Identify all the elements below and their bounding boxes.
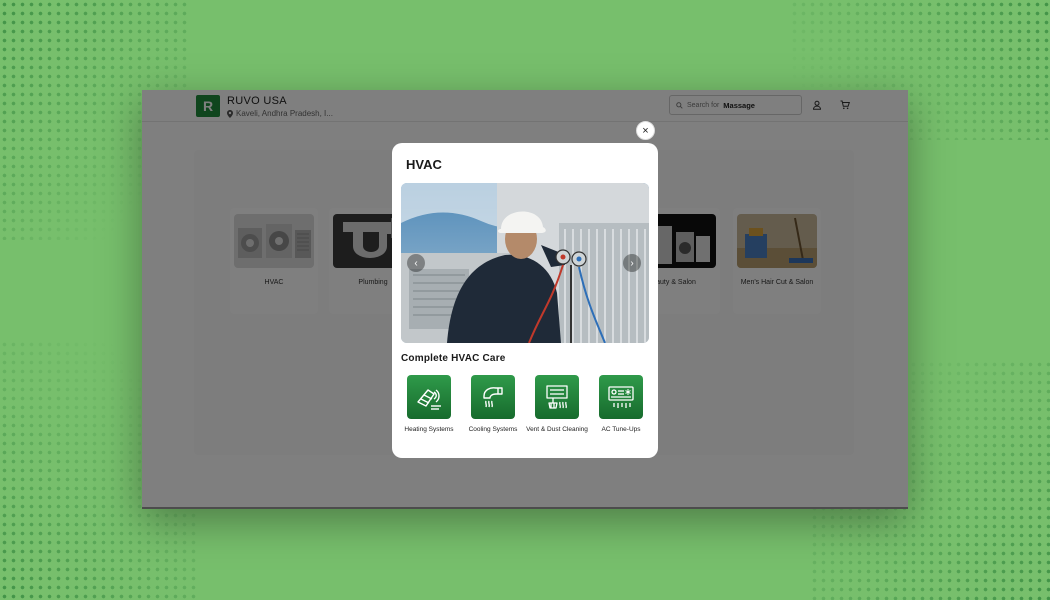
chevron-right-icon: ›	[630, 257, 634, 269]
heating-icon	[407, 375, 451, 419]
technician-photo	[401, 183, 649, 343]
service-vent-dust-cleaning[interactable]: Vent & Dust Cleaning	[525, 375, 589, 435]
service-label: Heating Systems	[404, 426, 454, 433]
close-icon: ×	[642, 124, 649, 137]
service-list: Heating Systems Cooling Systems Vent & D…	[397, 375, 653, 435]
carousel-prev-button[interactable]: ‹	[407, 254, 425, 272]
service-label: Vent & Dust Cleaning	[526, 426, 588, 433]
section-title: Complete HVAC Care	[401, 353, 506, 364]
service-ac-tune-ups[interactable]: AC Tune-Ups	[589, 375, 653, 435]
modal-close-button[interactable]: ×	[636, 121, 655, 140]
cooling-icon	[471, 375, 515, 419]
service-modal: HVAC ‹ › Complete HVAC Care Heating Syst…	[392, 143, 658, 458]
image-carousel[interactable]: ‹ ›	[401, 183, 649, 343]
carousel-next-button[interactable]: ›	[623, 254, 641, 272]
chevron-left-icon: ‹	[414, 257, 418, 269]
service-label: Cooling Systems	[468, 426, 518, 433]
service-heating-systems[interactable]: Heating Systems	[397, 375, 461, 435]
modal-title: HVAC	[406, 157, 442, 172]
service-label: AC Tune-Ups	[601, 426, 641, 433]
vent-cleaning-icon	[535, 375, 579, 419]
ac-unit-icon	[599, 375, 643, 419]
service-cooling-systems[interactable]: Cooling Systems	[461, 375, 525, 435]
